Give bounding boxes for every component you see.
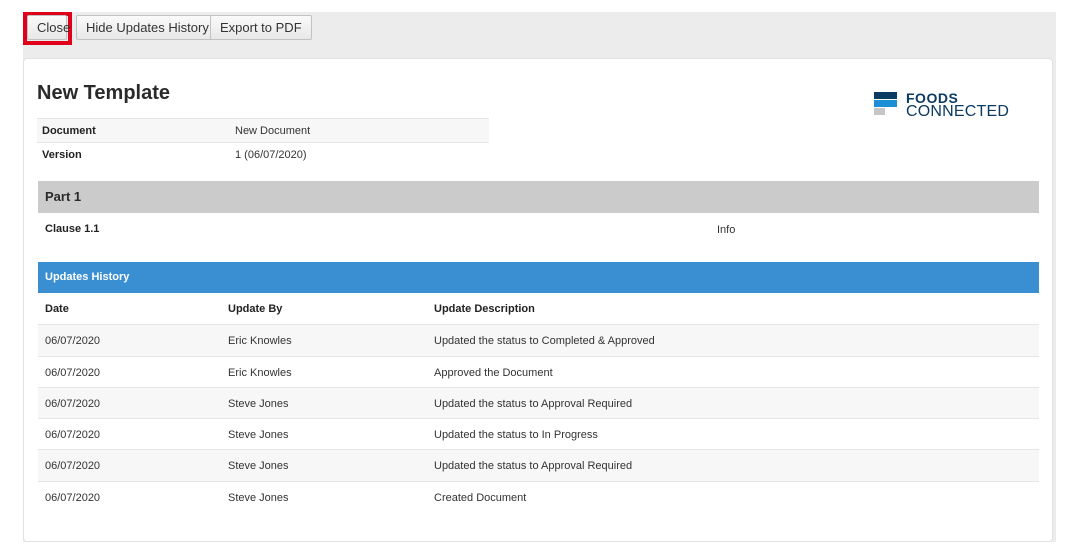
foods-connected-logo: FOODS CONNECTED	[874, 90, 1014, 120]
table-row: 06/07/2020 Steve Jones Updated the statu…	[38, 386, 1039, 419]
clause-row: Clause 1.1 Info	[38, 215, 1039, 243]
cell-update-by: Steve Jones	[228, 460, 289, 473]
clause-value: Info	[717, 224, 736, 236]
cell-date: 06/07/2020	[45, 491, 101, 504]
document-meta-table: Document New Document Version 1 (06/07/2…	[37, 118, 489, 166]
cell-update-description: Approved the Document	[434, 366, 553, 379]
page-title: New Template	[37, 82, 170, 104]
meta-value: New Document	[235, 125, 311, 137]
table-row: 06/07/2020 Steve Jones Updated the statu…	[38, 418, 1039, 449]
meta-row-document: Document New Document	[37, 118, 489, 142]
cell-update-by: Steve Jones	[228, 397, 289, 410]
updates-history-header: Updates History	[38, 262, 1039, 293]
cell-date: 06/07/2020	[45, 429, 101, 442]
cell-update-description: Created Document	[434, 491, 527, 504]
column-header-update-by: Update By	[228, 303, 283, 315]
document-card: New Template Document New Document Versi…	[23, 58, 1053, 542]
cell-update-by: Eric Knowles	[228, 335, 292, 348]
table-row: 06/07/2020 Eric Knowles Updated the stat…	[38, 324, 1039, 356]
table-row: 06/07/2020 Steve Jones Created Document	[38, 480, 1039, 512]
export-to-pdf-button[interactable]: Export to PDF	[210, 15, 312, 40]
meta-label: Version	[42, 149, 82, 161]
meta-label: Document	[42, 125, 96, 137]
cell-date: 06/07/2020	[45, 335, 101, 348]
logo-mark-bar	[874, 100, 897, 107]
table-row: 06/07/2020 Steve Jones Updated the statu…	[38, 449, 1039, 481]
column-header-update-description: Update Description	[434, 303, 535, 315]
cell-date: 06/07/2020	[45, 397, 101, 410]
updates-history-table: Date Update By Update Description 06/07/…	[38, 293, 1039, 512]
cell-update-description: Updated the status to Approval Required	[434, 397, 633, 410]
cell-date: 06/07/2020	[45, 366, 101, 379]
clause-label: Clause 1.1	[45, 223, 100, 235]
cell-update-by: Steve Jones	[228, 491, 289, 504]
table-header-row: Date Update By Update Description	[38, 293, 1039, 324]
cell-update-by: Eric Knowles	[228, 366, 292, 379]
cell-update-by: Steve Jones	[228, 429, 289, 442]
logo-text-line2: CONNECTED	[906, 103, 1010, 120]
part-header: Part 1	[38, 181, 1039, 213]
cell-date: 06/07/2020	[45, 460, 101, 473]
meta-row-version: Version 1 (06/07/2020)	[37, 142, 489, 166]
column-header-date: Date	[45, 303, 69, 315]
logo-mark-bar	[874, 92, 897, 99]
table-row: 06/07/2020 Eric Knowles Approved the Doc…	[38, 355, 1039, 387]
logo-mark-bar	[874, 108, 885, 115]
cell-update-description: Updated the status to In Progress	[434, 429, 598, 442]
document-viewer: Close Hide Updates History Export to PDF…	[23, 12, 1056, 542]
close-button[interactable]: Close	[27, 15, 70, 40]
meta-value: 1 (06/07/2020)	[235, 149, 307, 161]
cell-update-description: Updated the status to Completed & Approv…	[434, 335, 655, 348]
toolbar: Close Hide Updates History Export to PDF	[23, 12, 1056, 58]
hide-updates-history-button[interactable]: Hide Updates History	[76, 15, 219, 40]
cell-update-description: Updated the status to Approval Required	[434, 460, 633, 473]
